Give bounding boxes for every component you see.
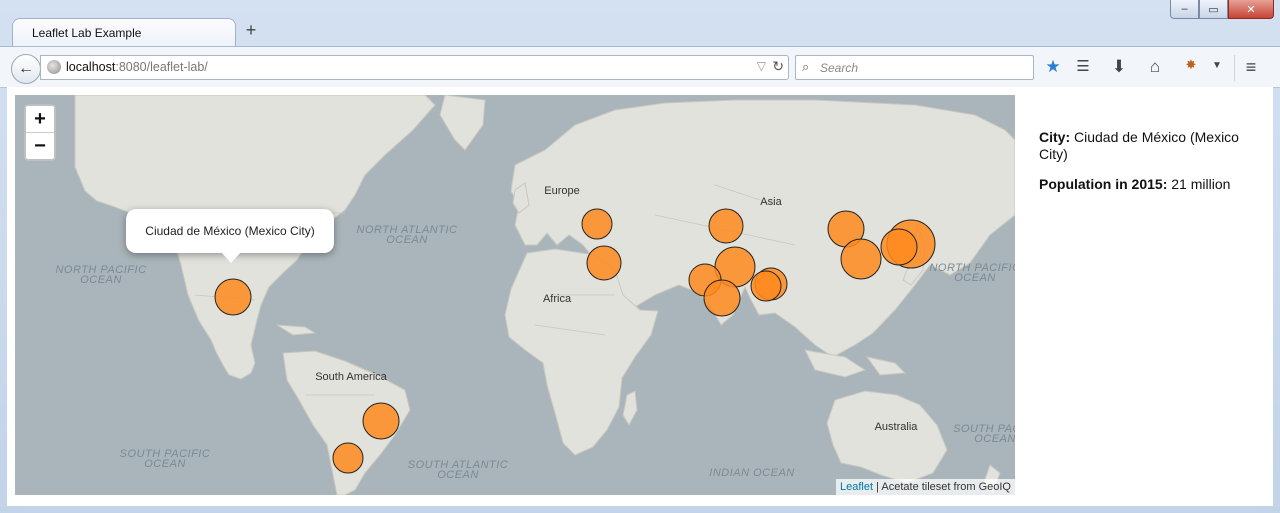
page-content: NORTH ATLANTIC OCEAN NORTH PACIFIC OCEAN… [7,87,1273,506]
popup-tip [221,252,241,263]
city-marker-osaka [880,228,918,266]
label-south-atlantic-2: OCEAN [437,469,479,481]
search-bar[interactable]: ⌕ Search [795,55,1034,80]
home-icon[interactable]: ⌂ [1145,57,1165,77]
new-tab-button[interactable]: + [243,20,259,41]
label-south-america: South America [315,371,387,383]
addon-icon[interactable]: ✸ [1181,57,1201,73]
chevron-down-icon[interactable]: ▼ [1207,60,1227,71]
city-marker-mexico-city [214,278,252,316]
population-value: 21 million [1167,176,1231,192]
city-marker-kolkata [750,270,782,302]
bookmark-star-icon[interactable]: ★ [1043,57,1063,77]
tab-leaflet-lab[interactable]: Leaflet Lab Example [12,18,236,47]
navigation-bar: ← localhost:8080/leaflet-lab/ ▽ ↻ ⌕ Sear… [0,46,1280,88]
city-label: City: [1039,129,1071,145]
city-marker-buenos-aires [332,442,364,474]
search-placeholder: Search [820,61,859,75]
leaflet-map[interactable]: NORTH ATLANTIC OCEAN NORTH PACIFIC OCEAN… [15,95,1015,495]
new-guinea-land [865,356,907,376]
url-bar[interactable]: localhost:8080/leaflet-lab/ ▽ ↻ [40,55,789,80]
map-tiles: NORTH ATLANTIC OCEAN NORTH PACIFIC OCEAN… [55,95,1015,495]
minimize-button[interactable]: ‒ [1170,0,1199,19]
zoom-control: + − [24,104,56,161]
globe-icon [47,60,61,74]
city-marker-delhi-north [708,208,744,244]
zoom-out-button[interactable]: − [26,133,54,159]
city-marker-istanbul [581,208,613,240]
caribbean-land [276,324,317,336]
window-controls: ‒ ▭ ✕ [1170,0,1274,20]
browser-window: ‒ ▭ ✕ Leaflet Lab Example + ← localhost:… [0,0,1280,513]
population-label: Population in 2015: [1039,176,1168,192]
city-marker-shanghai [840,238,882,280]
maximize-button[interactable]: ▭ [1199,0,1228,19]
popup-text: Ciudad de México (Mexico City) [145,224,315,238]
search-icon: ⌕ [802,59,810,74]
close-button[interactable]: ✕ [1228,0,1274,19]
city-marker-sao-paulo [362,402,400,440]
greenland-land [439,95,486,151]
city-info: City: Ciudad de México (Mexico City) [1039,129,1254,163]
url-path: :8080/leaflet-lab/ [115,60,208,74]
zoom-in-button[interactable]: + [26,106,54,133]
reading-list-icon[interactable]: ☰ [1073,57,1093,75]
label-north-pacific-w-2: OCEAN [80,274,122,286]
attribution-text: | Acetate tileset from GeoIQ [873,481,1011,493]
reload-icon[interactable]: ↻ [772,58,784,75]
madagascar-land [622,390,638,427]
label-asia: Asia [760,196,782,208]
menu-icon[interactable]: ≡ [1241,57,1261,78]
dropdown-icon[interactable]: ▽ [757,59,766,73]
label-north-pacific-e-2: OCEAN [954,272,996,284]
label-north-atlantic-2: OCEAN [386,234,428,246]
leaflet-link[interactable]: Leaflet [840,481,873,493]
map-attribution: Leaflet | Acetate tileset from GeoIQ [835,479,1015,495]
url-text: localhost:8080/leaflet-lab/ [66,60,208,74]
label-australia: Australia [875,421,919,433]
map-popup: Ciudad de México (Mexico City) [126,209,334,263]
label-south-pacific-w-2: OCEAN [144,458,186,470]
population-info: Population in 2015: 21 million [1039,176,1254,193]
toolbar-separator [1234,55,1235,81]
label-indian-ocean: INDIAN OCEAN [709,467,794,479]
australia-land [826,390,948,484]
url-host: localhost [66,60,116,74]
info-panel: City: Ciudad de México (Mexico City) Pop… [1039,129,1254,206]
city-marker-mumbai [703,279,741,317]
back-icon: ← [18,60,34,77]
tab-title: Leaflet Lab Example [32,26,142,40]
city-marker-cairo [586,245,622,281]
download-icon[interactable]: ⬇ [1109,57,1129,77]
label-south-pacific-e-2: OCEAN [974,433,1015,445]
label-africa: Africa [543,293,572,305]
label-europe: Europe [544,185,579,197]
back-button[interactable]: ← [11,54,41,84]
